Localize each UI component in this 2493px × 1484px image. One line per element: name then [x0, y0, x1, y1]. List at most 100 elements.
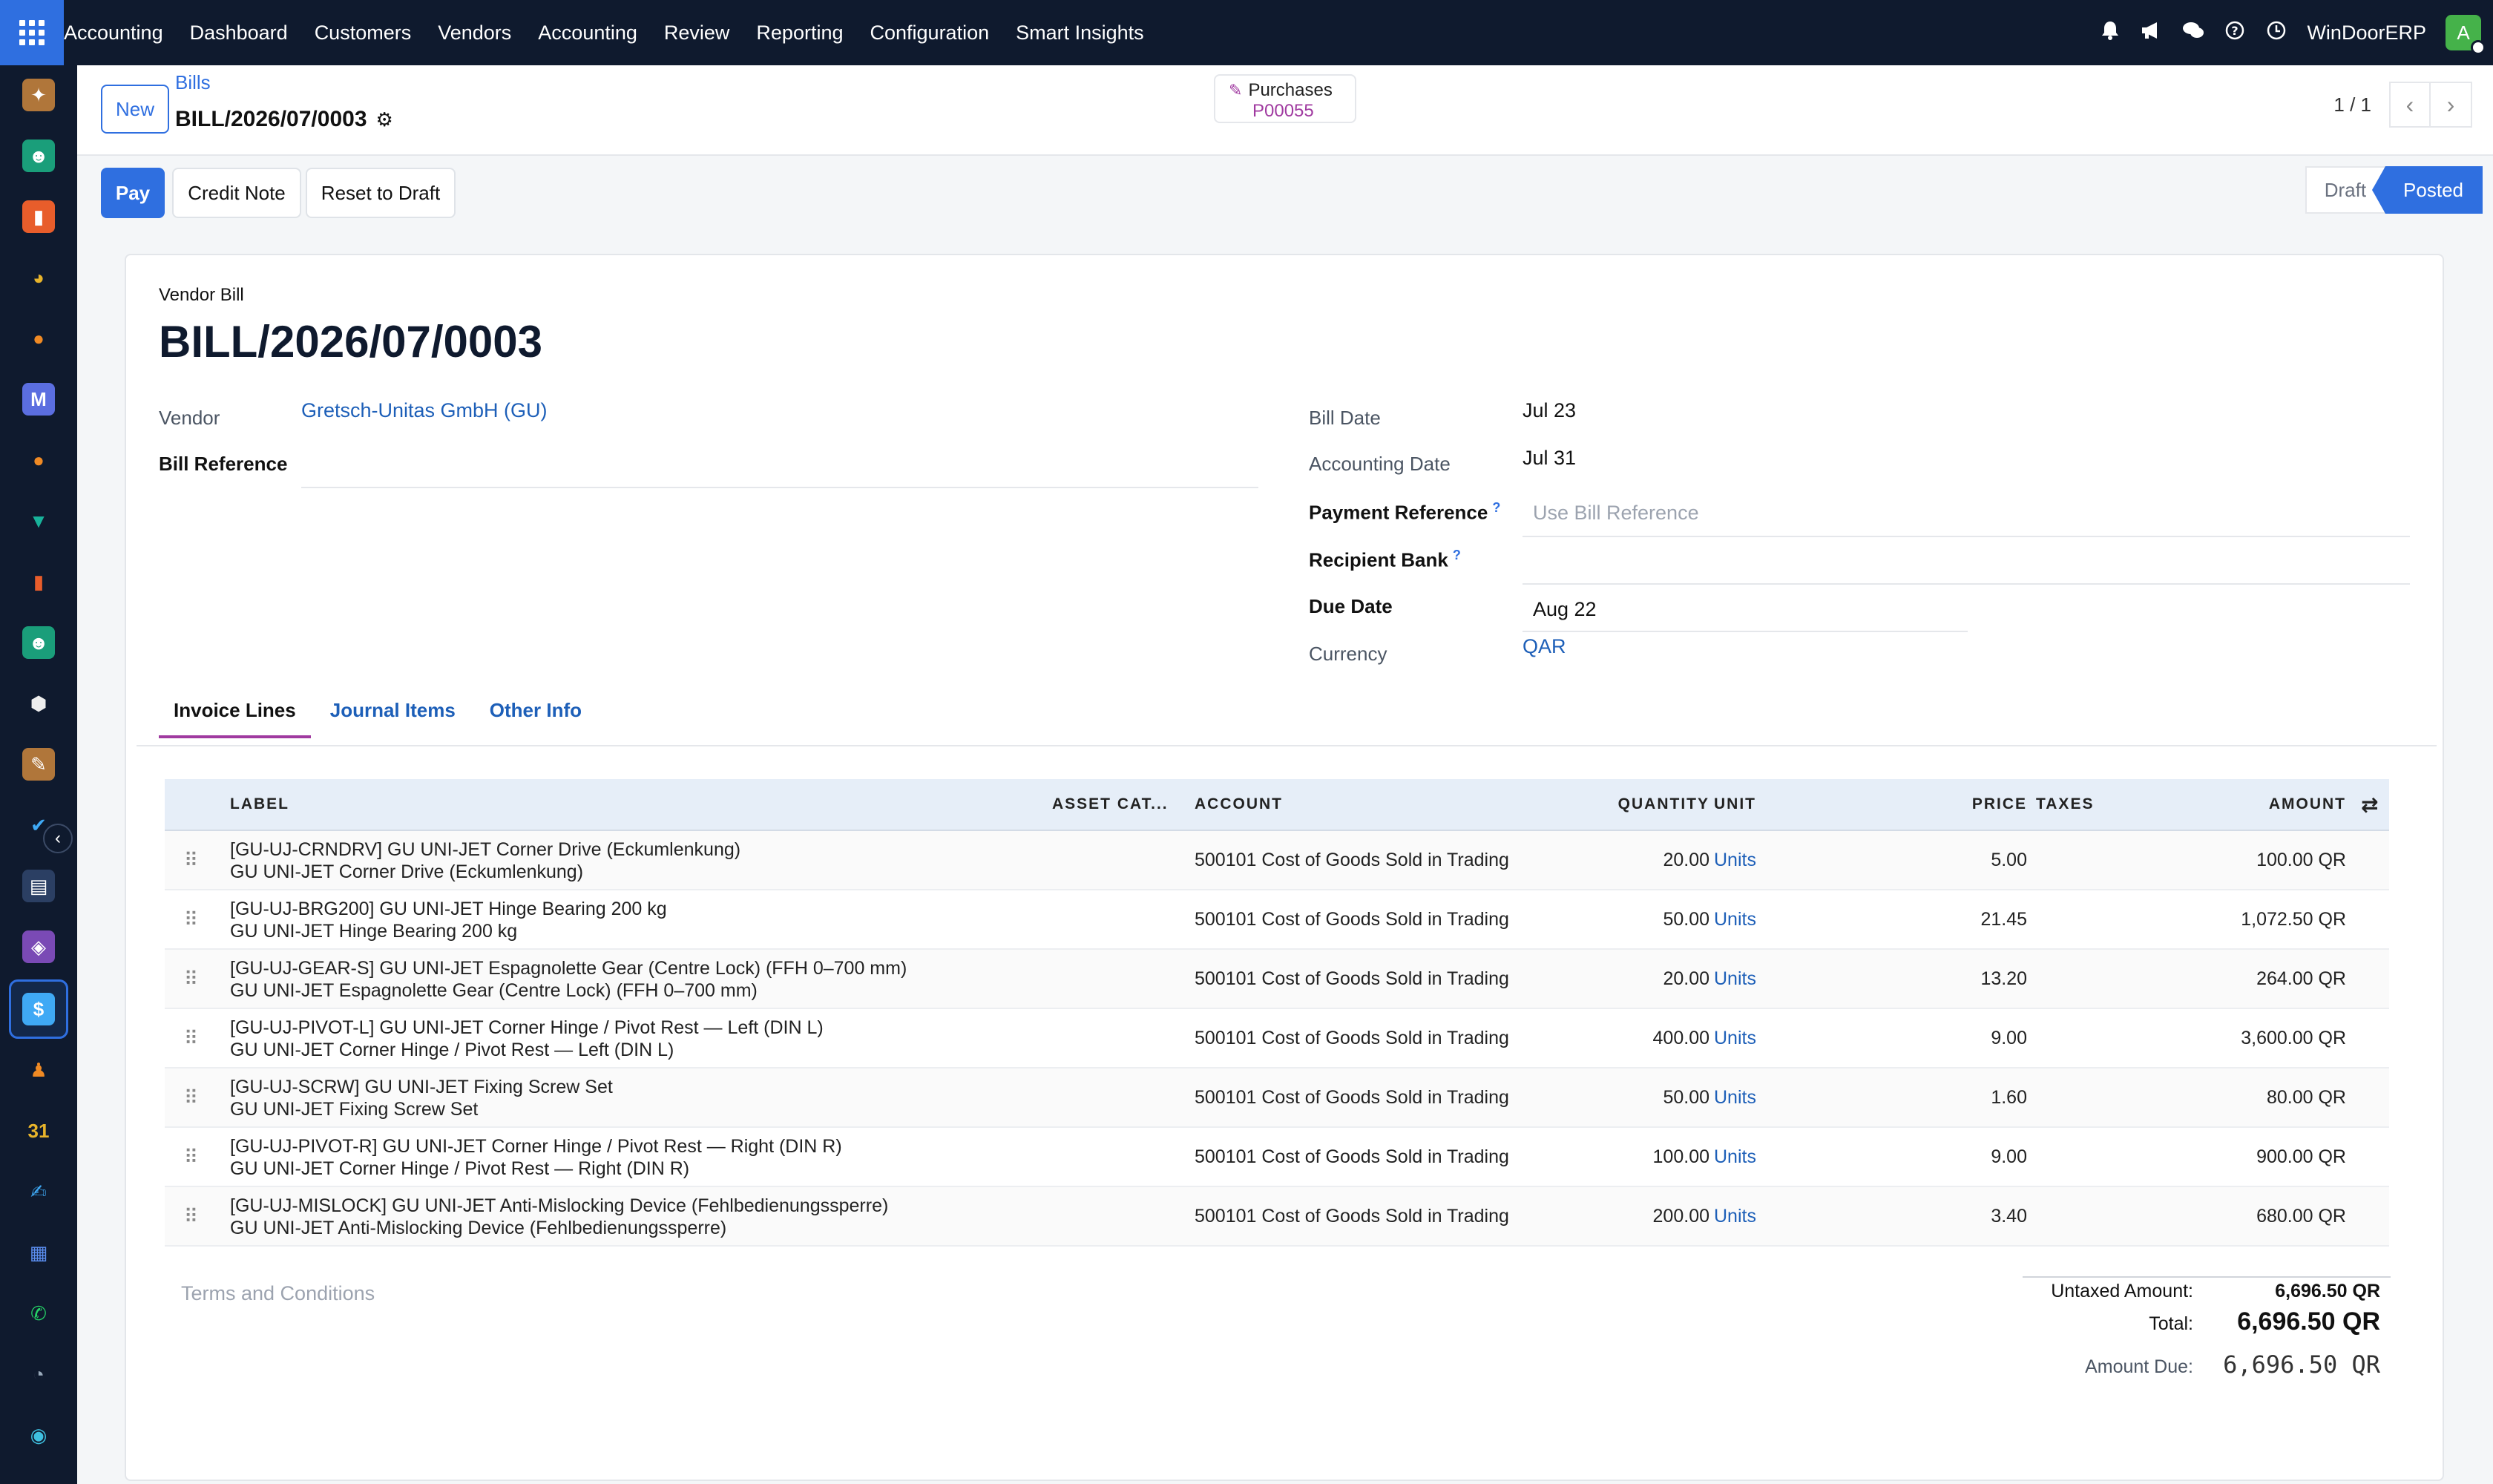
pager-counter[interactable]: 1 / 1 [2333, 93, 2371, 116]
mail-icon[interactable]: M [22, 383, 55, 416]
company-switcher[interactable]: WinDoorERP [2307, 22, 2426, 45]
table-row[interactable]: ⠿ [GU-UJ-PIVOT-R] GU UNI-JET Corner Hinge… [165, 1128, 2389, 1187]
table-row[interactable]: ⠿ [GU-UJ-SCRW] GU UNI-JET Fixing Screw Se… [165, 1068, 2389, 1128]
accounting-icon[interactable]: $ [22, 993, 55, 1025]
line-label[interactable]: [GU-UJ-BRG200] GU UNI-JET Hinge Bearing … [230, 898, 667, 921]
help-tooltip-icon[interactable]: ? [1453, 548, 1461, 562]
column-settings-icon[interactable]: ⇄ [2361, 792, 2378, 817]
line-label[interactable]: [GU-UJ-MISLOCK] GU UNI-JET Anti-Mislocki… [230, 1195, 888, 1218]
col-unit[interactable]: UNIT [1714, 795, 1756, 813]
line-unit[interactable]: Units [1714, 1086, 1756, 1109]
line-label[interactable]: [GU-UJ-SCRW] GU UNI-JET Fixing Screw Set [230, 1076, 613, 1099]
dashboard-icon[interactable]: ◕ [22, 261, 55, 294]
drag-handle-icon[interactable]: ⠿ [184, 908, 198, 931]
table-row[interactable]: ⠿ [GU-UJ-CRNDRV] GU UNI-JET Corner Drive … [165, 831, 2389, 890]
tab-other-info[interactable]: Other Info [475, 699, 597, 738]
user-avatar[interactable]: A [2446, 15, 2486, 55]
payment-reference-input[interactable]: Use Bill Reference [1533, 502, 1699, 525]
line-price[interactable]: 5.00 [1916, 849, 2027, 872]
line-account[interactable]: 500101 Cost of Goods Sold in Trading [1195, 1205, 1509, 1228]
line-account[interactable]: 500101 Cost of Goods Sold in Trading [1195, 1146, 1509, 1169]
inventory-icon[interactable]: ⬢ [22, 687, 55, 720]
line-label[interactable]: [GU-UJ-PIVOT-R] GU UNI-JET Corner Hinge … [230, 1135, 842, 1158]
line-account[interactable]: 500101 Cost of Goods Sold in Trading [1195, 849, 1509, 872]
line-label[interactable]: [GU-UJ-PIVOT-L] GU UNI-JET Corner Hinge … [230, 1017, 824, 1040]
line-quantity[interactable]: 20.00 [1598, 968, 1709, 991]
col-account[interactable]: ACCOUNT [1195, 795, 1283, 813]
purchase-icon[interactable]: ◈ [22, 930, 55, 963]
bill-date-field[interactable]: Jul 23 [1523, 399, 1576, 422]
col-asset-category[interactable]: ASSET CAT... [1052, 795, 1169, 813]
bell-icon[interactable] [2099, 20, 2121, 46]
terms-and-conditions-input[interactable]: Terms and Conditions [181, 1282, 375, 1305]
credit-note-button[interactable]: Credit Note [172, 168, 301, 218]
whatsapp-icon[interactable]: ✆ [22, 1297, 55, 1330]
knowledge-icon[interactable]: ▤ [22, 870, 55, 902]
tab-invoice-lines[interactable]: Invoice Lines [159, 699, 311, 738]
col-quantity[interactable]: QUANTITY [1598, 795, 1709, 813]
timer-icon[interactable]: ◔ [22, 1358, 55, 1391]
menu-reporting[interactable]: Reporting [756, 22, 843, 45]
line-unit[interactable]: Units [1714, 849, 1756, 872]
menu-accounting[interactable]: Accounting [538, 22, 637, 45]
col-label[interactable]: LABEL [230, 795, 289, 813]
line-account[interactable]: 500101 Cost of Goods Sold in Trading [1195, 968, 1509, 991]
table-row[interactable]: ⠿ [GU-UJ-BRG200] GU UNI-JET Hinge Bearing… [165, 890, 2389, 950]
bill-reference-input[interactable] [301, 448, 1258, 475]
drag-handle-icon[interactable]: ⠿ [184, 1027, 198, 1050]
line-unit[interactable]: Units [1714, 1027, 1756, 1050]
line-price[interactable]: 9.00 [1916, 1146, 2027, 1169]
menu-smart-insights[interactable]: Smart Insights [1016, 22, 1144, 45]
line-unit[interactable]: Units [1714, 1146, 1756, 1169]
menu-vendors[interactable]: Vendors [438, 22, 511, 45]
line-quantity[interactable]: 20.00 [1598, 849, 1709, 872]
pager-previous-icon[interactable]: ‹ [2389, 82, 2431, 128]
drag-handle-icon[interactable]: ⠿ [184, 849, 198, 872]
table-row[interactable]: ⠿ [GU-UJ-MISLOCK] GU UNI-JET Anti-Mislock… [165, 1187, 2389, 1247]
gear-icon[interactable]: ⚙ [376, 108, 393, 131]
app-menu-icon[interactable] [0, 0, 64, 65]
currency-field[interactable]: QAR [1523, 635, 1566, 658]
pay-button[interactable]: Pay [101, 168, 165, 218]
line-unit[interactable]: Units [1714, 908, 1756, 931]
sign-icon[interactable]: ✍ [22, 1175, 55, 1208]
purchases-smart-button[interactable]: ✎ Purchases P00055 [1214, 74, 1356, 123]
sales-icon[interactable]: ▮ [22, 565, 55, 598]
chat-bubble-icon[interactable]: ● [22, 322, 55, 355]
menu-dashboard[interactable]: Dashboard [190, 22, 288, 45]
reporting-icon[interactable]: ▮ [22, 200, 55, 233]
menu-customers[interactable]: Customers [315, 22, 412, 45]
table-row[interactable]: ⠿ [GU-UJ-PIVOT-L] GU UNI-JET Corner Hinge… [165, 1009, 2389, 1068]
menu-configuration[interactable]: Configuration [870, 22, 990, 45]
line-price[interactable]: 21.45 [1916, 908, 2027, 931]
discuss-icon[interactable]: ✦ [22, 79, 55, 111]
accounting-date-field[interactable]: Jul 31 [1523, 447, 1576, 470]
team-icon[interactable]: ♟ [22, 1054, 55, 1086]
tab-journal-items[interactable]: Journal Items [315, 699, 470, 738]
apps-icon[interactable]: ▦ [22, 1236, 55, 1269]
line-quantity[interactable]: 400.00 [1598, 1027, 1709, 1050]
line-quantity[interactable]: 200.00 [1598, 1205, 1709, 1228]
drag-handle-icon[interactable]: ⠿ [184, 968, 198, 991]
line-account[interactable]: 500101 Cost of Goods Sold in Trading [1195, 1086, 1509, 1109]
app-brand[interactable]: Accounting [64, 22, 163, 45]
line-account[interactable]: 500101 Cost of Goods Sold in Trading [1195, 908, 1509, 931]
notes-icon[interactable]: ✎ [22, 748, 55, 781]
line-quantity[interactable]: 100.00 [1598, 1146, 1709, 1169]
clock-icon[interactable] [2265, 21, 2287, 45]
line-label[interactable]: [GU-UJ-CRNDRV] GU UNI-JET Corner Drive (… [230, 838, 740, 861]
drag-handle-icon[interactable]: ⠿ [184, 1205, 198, 1228]
col-amount[interactable]: AMOUNT [2235, 795, 2346, 813]
pager-next-icon[interactable]: › [2431, 82, 2472, 128]
help-icon[interactable]: ? [2224, 21, 2246, 45]
calendar-icon[interactable]: 31 [22, 1114, 55, 1147]
reset-to-draft-button[interactable]: Reset to Draft [306, 168, 456, 218]
line-quantity[interactable]: 50.00 [1598, 1086, 1709, 1109]
new-button[interactable]: New [101, 85, 169, 134]
line-unit[interactable]: Units [1714, 1205, 1756, 1228]
line-price[interactable]: 1.60 [1916, 1086, 2027, 1109]
stage-posted[interactable]: Posted [2372, 166, 2483, 214]
menu-review[interactable]: Review [664, 22, 730, 45]
line-unit[interactable]: Units [1714, 968, 1756, 991]
line-price[interactable]: 3.40 [1916, 1205, 2027, 1228]
